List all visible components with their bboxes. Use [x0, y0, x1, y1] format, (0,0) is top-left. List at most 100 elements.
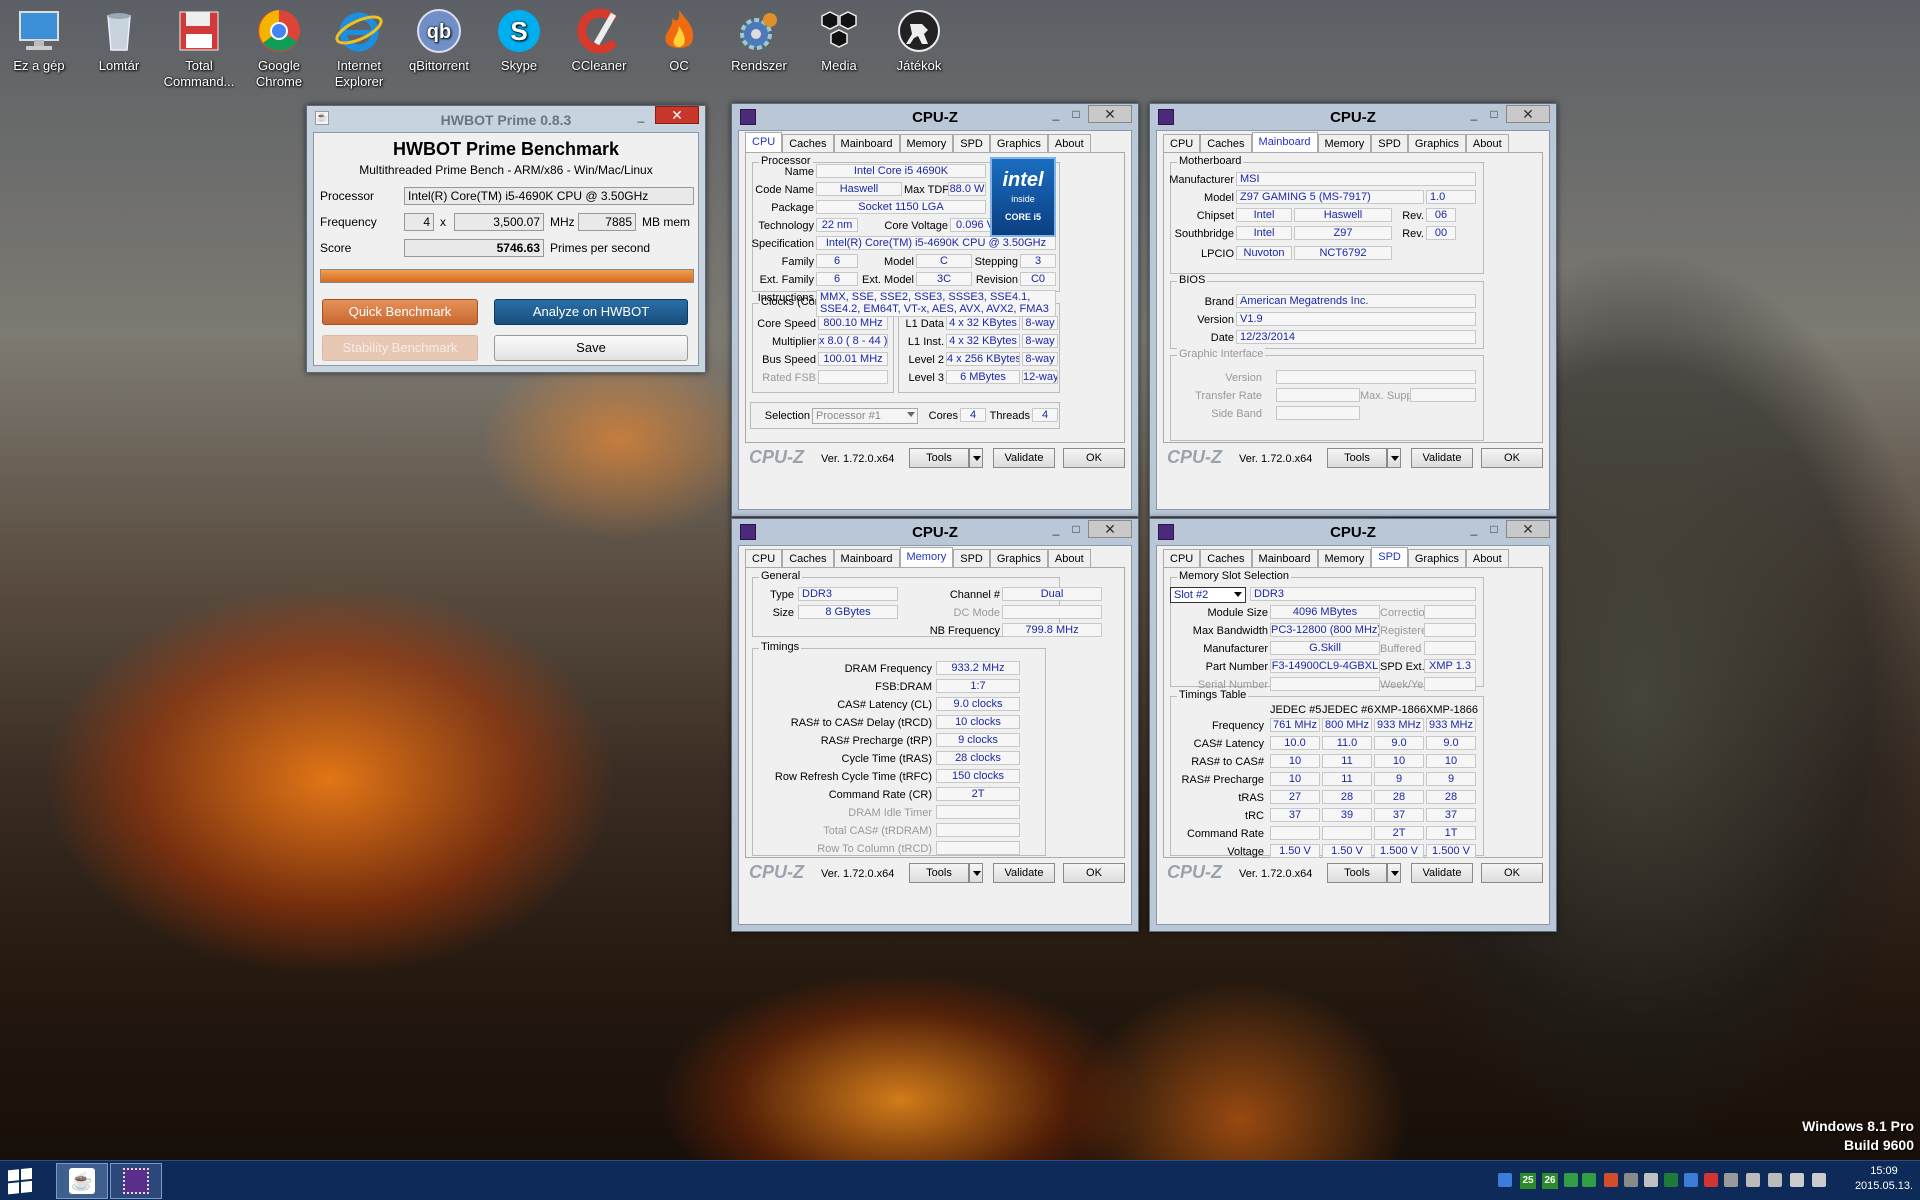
tab-cpu[interactable]: CPU — [745, 549, 783, 567]
tools-button[interactable]: Tools — [909, 863, 969, 883]
update-icon[interactable] — [1684, 1173, 1698, 1187]
validate-button[interactable]: Validate — [993, 448, 1055, 468]
desktop-shortcut-flame[interactable]: OC — [640, 4, 718, 74]
minimize-button[interactable]: _ — [1464, 108, 1484, 122]
tab-memory[interactable]: Memory — [1317, 134, 1372, 152]
battery-icon[interactable] — [1790, 1173, 1804, 1187]
validate-button[interactable]: Validate — [993, 863, 1055, 883]
validate-button[interactable]: Validate — [1411, 448, 1473, 468]
tab-spd[interactable]: SPD — [1371, 134, 1408, 152]
cpuz-titlebar[interactable]: CPU-Z _ □ ✕ — [732, 104, 1138, 130]
desktop-shortcut-computer[interactable]: Ez a gép — [0, 4, 78, 74]
shield-icon[interactable] — [1704, 1173, 1718, 1187]
tab-graphics[interactable]: Graphics — [1407, 549, 1466, 567]
tray-number-2[interactable]: 26 — [1542, 1173, 1558, 1189]
desktop-shortcut-ie[interactable]: Internet Explorer — [320, 4, 398, 90]
tools-button[interactable]: Tools — [909, 448, 969, 468]
tab-about[interactable]: About — [1047, 134, 1091, 152]
desktop-shortcut-floppy[interactable]: Total Command... — [160, 4, 238, 90]
network-meter-icon[interactable] — [1564, 1173, 1578, 1187]
slot-select[interactable]: Slot #2 — [1170, 587, 1246, 603]
tab-mainboard[interactable]: Mainboard — [1251, 132, 1318, 152]
minimize-button[interactable]: _ — [1046, 108, 1066, 122]
tools-dropdown-button[interactable] — [1387, 863, 1401, 883]
save-button[interactable]: Save — [494, 335, 688, 361]
desktop-shortcut-skype[interactable]: S Skype — [480, 4, 558, 74]
printer-icon[interactable] — [1644, 1173, 1658, 1187]
tab-caches[interactable]: Caches — [782, 549, 834, 567]
tab-graphics[interactable]: Graphics — [989, 134, 1048, 152]
tab-memory[interactable]: Memory — [1317, 549, 1372, 567]
hwbot-titlebar[interactable]: ☕ HWBOT Prime 0.8.3 _ □ ✕ — [307, 106, 705, 132]
ok-button[interactable]: OK — [1481, 863, 1543, 883]
tab-memory[interactable]: Memory — [899, 134, 954, 152]
tab-spd[interactable]: SPD — [953, 549, 990, 567]
desktop-shortcut-qbittorrent[interactable]: qb qBittorrent — [400, 4, 478, 74]
tab-about[interactable]: About — [1465, 549, 1509, 567]
tab-graphics[interactable]: Graphics — [989, 549, 1048, 567]
tab-spd[interactable]: SPD — [1371, 547, 1408, 567]
desktop-shortcut-recycle-bin[interactable]: Lomtár — [80, 4, 158, 74]
tab-spd[interactable]: SPD — [953, 134, 990, 152]
cpuz-titlebar[interactable]: CPU-Z _ □ ✕ — [732, 519, 1138, 545]
tab-cpu[interactable]: CPU — [1163, 134, 1201, 152]
tab-about[interactable]: About — [1465, 134, 1509, 152]
tools-button[interactable]: Tools — [1327, 863, 1387, 883]
taskbar-java[interactable]: ☕ — [56, 1163, 108, 1199]
firewall-icon[interactable] — [1604, 1173, 1618, 1187]
security-icon[interactable] — [1664, 1173, 1678, 1187]
action-center-icon[interactable] — [1724, 1173, 1738, 1187]
stability-benchmark-button[interactable]: Stability Benchmark — [322, 335, 478, 361]
tab-caches[interactable]: Caches — [1200, 549, 1252, 567]
maximize-button[interactable]: □ — [1066, 523, 1086, 537]
tray-number-1[interactable]: 25 — [1520, 1173, 1536, 1189]
maximize-button[interactable]: □ — [1484, 108, 1504, 122]
close-button[interactable]: ✕ — [1506, 520, 1550, 538]
close-button[interactable]: ✕ — [1506, 105, 1550, 123]
desktop-shortcut-ccleaner[interactable]: CCleaner — [560, 4, 638, 74]
tab-mainboard[interactable]: Mainboard — [833, 549, 900, 567]
minimize-button[interactable]: _ — [1046, 523, 1066, 537]
tab-about[interactable]: About — [1047, 549, 1091, 567]
taskbar-cpuz[interactable] — [110, 1163, 162, 1199]
tab-caches[interactable]: Caches — [782, 134, 834, 152]
tools-dropdown-button[interactable] — [969, 448, 983, 468]
tab-mainboard[interactable]: Mainboard — [1251, 549, 1318, 567]
minimize-button[interactable]: _ — [631, 110, 651, 124]
display-icon[interactable] — [1812, 1173, 1826, 1187]
clock[interactable]: 15:09 2015.05.13. — [1854, 1165, 1914, 1192]
validate-button[interactable]: Validate — [1411, 863, 1473, 883]
tools-dropdown-button[interactable] — [969, 863, 983, 883]
close-button[interactable]: ✕ — [655, 106, 699, 124]
language-icon[interactable] — [1498, 1173, 1512, 1187]
tools-dropdown-button[interactable] — [1387, 448, 1401, 468]
app-tray-icon[interactable] — [1582, 1173, 1596, 1187]
start-button[interactable] — [8, 1167, 34, 1195]
ok-button[interactable]: OK — [1481, 448, 1543, 468]
cpuz-titlebar[interactable]: CPU-Z _ □ ✕ — [1150, 104, 1556, 130]
desktop-shortcut-hexagon[interactable]: Media — [800, 4, 878, 74]
ok-button[interactable]: OK — [1063, 863, 1125, 883]
desktop-shortcut-chrome[interactable]: Google Chrome — [240, 4, 318, 90]
desktop-shortcut-counterstrike[interactable]: Játékok — [880, 4, 958, 74]
tools-button[interactable]: Tools — [1327, 448, 1387, 468]
tab-mainboard[interactable]: Mainboard — [833, 134, 900, 152]
tab-graphics[interactable]: Graphics — [1407, 134, 1466, 152]
maximize-button[interactable]: □ — [1066, 108, 1086, 122]
tab-cpu[interactable]: CPU — [1163, 549, 1201, 567]
quick-benchmark-button[interactable]: Quick Benchmark — [322, 299, 478, 325]
analyze-hwbot-button[interactable]: Analyze on HWBOT — [494, 299, 688, 325]
tab-caches[interactable]: Caches — [1200, 134, 1252, 152]
flag-icon[interactable] — [1768, 1173, 1782, 1187]
cpuz-titlebar[interactable]: CPU-Z _ □ ✕ — [1150, 519, 1556, 545]
close-button[interactable]: ✕ — [1088, 520, 1132, 538]
minimize-button[interactable]: _ — [1464, 523, 1484, 537]
close-button[interactable]: ✕ — [1088, 105, 1132, 123]
usb-icon[interactable] — [1624, 1173, 1638, 1187]
desktop-shortcut-gear[interactable]: Rendszer — [720, 4, 798, 74]
ok-button[interactable]: OK — [1063, 448, 1125, 468]
tab-memory[interactable]: Memory — [899, 547, 954, 567]
maximize-button[interactable]: □ — [1484, 523, 1504, 537]
volume-icon[interactable] — [1746, 1173, 1760, 1187]
tab-cpu[interactable]: CPU — [745, 132, 783, 152]
